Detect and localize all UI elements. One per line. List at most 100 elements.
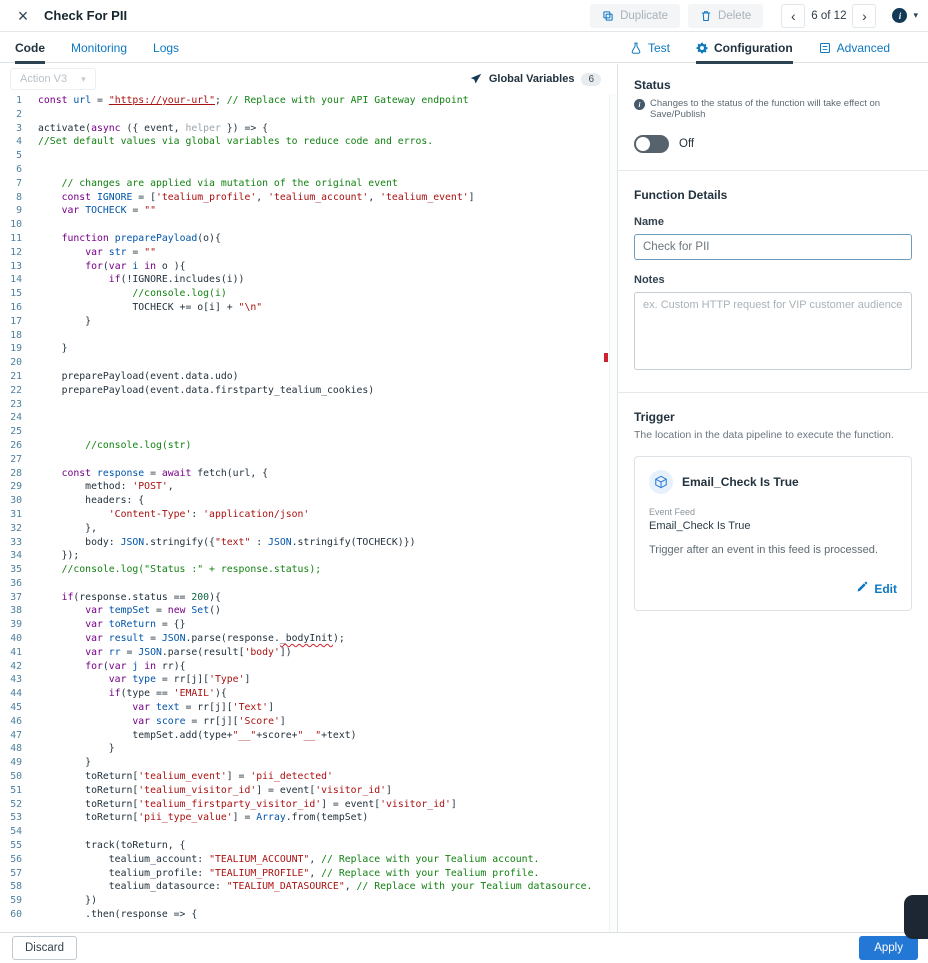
code-line[interactable]: 39 var toReturn = {} <box>0 618 617 632</box>
code-line[interactable]: 49 } <box>0 756 617 770</box>
line-number: 44 <box>0 687 30 701</box>
code-line[interactable]: 16 TOCHECK += o[i] + "\n" <box>0 301 617 315</box>
panel-tabs: Test Configuration Advanced <box>630 32 890 63</box>
code-line[interactable]: 44 if(type == 'EMAIL'){ <box>0 687 617 701</box>
info-menu-button[interactable]: i ▾ <box>892 8 918 23</box>
status-toggle[interactable] <box>634 135 669 153</box>
code-line[interactable]: 58 tealium_datasource: "TEALIUM_DATASOUR… <box>0 880 617 894</box>
code-editor[interactable]: Action V3 ▾ Global Variables 6 1const ur… <box>0 64 618 963</box>
tab-monitoring[interactable]: Monitoring <box>71 32 127 63</box>
code-line[interactable]: 26 //console.log(str) <box>0 439 617 453</box>
code-line[interactable]: 36 <box>0 577 617 591</box>
code-line[interactable]: 17 } <box>0 315 617 329</box>
code-line[interactable]: 59 }) <box>0 894 617 908</box>
code-line[interactable]: 35 //console.log("Status :" + response.s… <box>0 563 617 577</box>
code-line[interactable]: 31 'Content-Type': 'application/json' <box>0 508 617 522</box>
line-number: 49 <box>0 756 30 770</box>
code-line[interactable]: 37 if(response.status == 200){ <box>0 591 617 605</box>
code-line[interactable]: 29 method: 'POST', <box>0 480 617 494</box>
code-line[interactable]: 19 } <box>0 342 617 356</box>
code-line[interactable]: 33 body: JSON.stringify({"text" : JSON.s… <box>0 536 617 550</box>
tab-logs[interactable]: Logs <box>153 32 179 63</box>
code-line[interactable]: 42 for(var j in rr){ <box>0 660 617 674</box>
code-line[interactable]: 25 <box>0 425 617 439</box>
code-line[interactable]: 24 <box>0 411 617 425</box>
code-line[interactable]: 11 function preparePayload(o){ <box>0 232 617 246</box>
close-button[interactable]: × <box>12 5 34 27</box>
notes-textarea[interactable] <box>634 292 912 370</box>
tab-code[interactable]: Code <box>15 32 45 63</box>
code-line[interactable]: 41 var rr = JSON.parse(result['body']) <box>0 646 617 660</box>
code-line[interactable]: 43 var type = rr[j]['Type'] <box>0 673 617 687</box>
code-line[interactable]: 38 var tempSet = new Set() <box>0 604 617 618</box>
name-input[interactable] <box>634 234 912 260</box>
discard-button[interactable]: Discard <box>12 936 77 960</box>
code-line[interactable]: 50 toReturn['tealium_event'] = 'pii_dete… <box>0 770 617 784</box>
code-line[interactable]: 6 <box>0 163 617 177</box>
line-number: 7 <box>0 177 30 191</box>
global-variables-button[interactable]: Global Variables 6 <box>470 73 601 86</box>
edit-trigger-button[interactable]: Edit <box>856 581 897 596</box>
duplicate-button[interactable]: Duplicate <box>590 4 680 28</box>
line-content: //console.log(str) <box>30 439 191 453</box>
code-line[interactable]: 3activate(async ({ event, helper }) => { <box>0 122 617 136</box>
code-line[interactable]: 48 } <box>0 742 617 756</box>
code-line[interactable]: 4//Set default values via global variabl… <box>0 135 617 149</box>
editor-toolbar: Action V3 ▾ Global Variables 6 <box>0 64 617 94</box>
code-line[interactable]: 21 preparePayload(event.data.udo) <box>0 370 617 384</box>
code-line[interactable]: 56 tealium_account: "TEALIUM_ACCOUNT", /… <box>0 853 617 867</box>
code-line[interactable]: 13 for(var i in o ){ <box>0 260 617 274</box>
code-line[interactable]: 27 <box>0 453 617 467</box>
tab-advanced[interactable]: Advanced <box>819 32 890 63</box>
gear-icon <box>696 42 708 54</box>
info-icon: i <box>892 8 907 23</box>
code-line[interactable]: 14 if(!IGNORE.includes(i)) <box>0 273 617 287</box>
code-line[interactable]: 46 var score = rr[j]['Score'] <box>0 715 617 729</box>
code-line[interactable]: 8 const IGNORE = ['tealium_profile', 'te… <box>0 191 617 205</box>
line-number: 37 <box>0 591 30 605</box>
tab-configuration[interactable]: Configuration <box>696 32 793 63</box>
line-content: if(!IGNORE.includes(i)) <box>30 273 244 287</box>
feedback-widget-button[interactable] <box>904 895 928 939</box>
code-line[interactable]: 30 headers: { <box>0 494 617 508</box>
code-line[interactable]: 28 const response = await fetch(url, { <box>0 467 617 481</box>
code-line[interactable]: 7 // changes are applied via mutation of… <box>0 177 617 191</box>
prev-function-button[interactable]: ‹ <box>781 4 805 28</box>
code-line[interactable]: 9 var TOCHECK = "" <box>0 204 617 218</box>
code-line[interactable]: 52 toReturn['tealium_firstparty_visitor_… <box>0 798 617 812</box>
code-line[interactable]: 51 toReturn['tealium_visitor_id'] = even… <box>0 784 617 798</box>
editor-scrollbar[interactable] <box>609 94 617 963</box>
code-line[interactable]: 47 tempSet.add(type+"__"+score+"__"+text… <box>0 729 617 743</box>
line-content: var text = rr[j]['Text'] <box>30 701 274 715</box>
code-line[interactable]: 23 <box>0 398 617 412</box>
code-line[interactable]: 34 }); <box>0 549 617 563</box>
code-line[interactable]: 57 tealium_profile: "TEALIUM_PROFILE", /… <box>0 867 617 881</box>
apply-button[interactable]: Apply <box>859 936 918 960</box>
next-function-button[interactable]: › <box>852 4 876 28</box>
code-line[interactable]: 5 <box>0 149 617 163</box>
code-line[interactable]: 32 }, <box>0 522 617 536</box>
tab-test[interactable]: Test <box>630 32 670 63</box>
code-line[interactable]: 15 //console.log(i) <box>0 287 617 301</box>
status-info: i Changes to the status of the function … <box>634 98 912 120</box>
line-number: 58 <box>0 880 30 894</box>
line-number: 52 <box>0 798 30 812</box>
action-version-dropdown[interactable]: Action V3 ▾ <box>10 68 96 90</box>
line-content: method: 'POST', <box>30 480 174 494</box>
code-line[interactable]: 1const url = "https://your-url"; // Repl… <box>0 94 617 108</box>
code-line[interactable]: 18 <box>0 329 617 343</box>
code-line[interactable]: 60 .then(response => { <box>0 908 617 922</box>
code-line[interactable]: 45 var text = rr[j]['Text'] <box>0 701 617 715</box>
code-line[interactable]: 20 <box>0 356 617 370</box>
code-line[interactable]: 40 var result = JSON.parse(response._bod… <box>0 632 617 646</box>
line-number: 46 <box>0 715 30 729</box>
code-line[interactable]: 53 toReturn['pii_type_value'] = Array.fr… <box>0 811 617 825</box>
code-lines[interactable]: 1const url = "https://your-url"; // Repl… <box>0 94 617 922</box>
code-line[interactable]: 12 var str = "" <box>0 246 617 260</box>
code-line[interactable]: 22 preparePayload(event.data.firstparty_… <box>0 384 617 398</box>
delete-button[interactable]: Delete <box>688 4 763 28</box>
code-line[interactable]: 55 track(toReturn, { <box>0 839 617 853</box>
code-line[interactable]: 10 <box>0 218 617 232</box>
code-line[interactable]: 54 <box>0 825 617 839</box>
code-line[interactable]: 2 <box>0 108 617 122</box>
